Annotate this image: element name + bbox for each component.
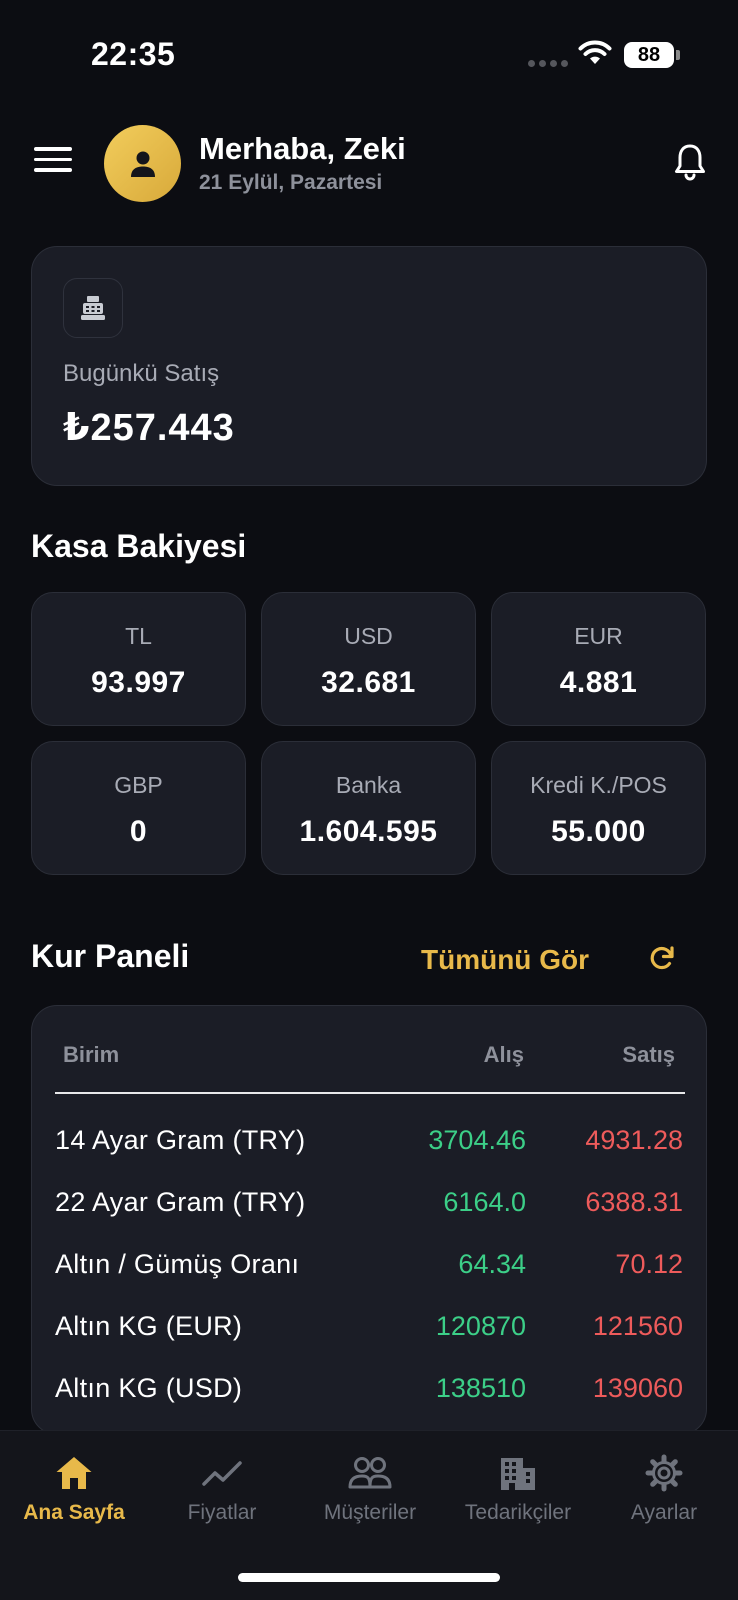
rate-buy: 6164.0 bbox=[443, 1187, 526, 1217]
tab-settings[interactable]: Ayarlar bbox=[590, 1451, 738, 1525]
table-row[interactable]: 22 Ayar Gram (TRY) 6164.0 6388.31 bbox=[32, 1187, 706, 1227]
sales-value: ₺257.443 bbox=[63, 407, 235, 449]
battery-tip bbox=[676, 50, 680, 60]
cellular-signal-icon bbox=[528, 60, 568, 67]
status-time: 22:35 bbox=[91, 36, 176, 72]
tab-label: Tedarikçiler bbox=[464, 1501, 572, 1524]
tab-suppliers[interactable]: Tedarikçiler bbox=[444, 1451, 592, 1525]
rate-sell: 121560 bbox=[592, 1311, 683, 1341]
notification-bell-icon[interactable] bbox=[674, 143, 706, 186]
status-bar: 22:35 88 bbox=[0, 0, 738, 100]
sales-label: Bugünkü Satış bbox=[63, 360, 220, 387]
rate-sell: 139060 bbox=[592, 1373, 683, 1403]
balance-value: 0 bbox=[129, 815, 148, 848]
rate-name: Altın / Gümüş Oranı bbox=[55, 1249, 300, 1279]
battery-icon: 88 bbox=[624, 42, 674, 68]
tab-label: Fiyatlar bbox=[187, 1501, 257, 1524]
rate-buy: 64.34 bbox=[458, 1249, 526, 1279]
avatar[interactable] bbox=[104, 125, 181, 202]
balance-card-gbp[interactable]: GBP 0 bbox=[31, 741, 246, 875]
tab-customers[interactable]: Müşteriler bbox=[296, 1451, 444, 1525]
rate-name: Altın KG (EUR) bbox=[55, 1311, 243, 1341]
column-sell: Satış bbox=[622, 1042, 675, 1067]
rate-buy: 3704.46 bbox=[428, 1125, 526, 1155]
balance-section-title: Kasa Bakiyesi bbox=[31, 528, 247, 564]
gear-icon bbox=[590, 1451, 738, 1495]
tab-label: Ayarlar bbox=[630, 1501, 698, 1524]
balance-grid: TL 93.997 USD 32.681 EUR 4.881 GBP 0 Ban… bbox=[31, 592, 707, 875]
divider bbox=[55, 1092, 685, 1094]
see-all-link[interactable]: Tümünü Gör bbox=[421, 944, 589, 976]
tab-label: Müşteriler bbox=[323, 1501, 417, 1524]
balance-value: 4.881 bbox=[559, 666, 638, 699]
balance-label: EUR bbox=[574, 623, 623, 649]
balance-value: 1.604.595 bbox=[299, 815, 438, 848]
rate-name: 22 Ayar Gram (TRY) bbox=[55, 1187, 306, 1217]
menu-button[interactable] bbox=[34, 147, 72, 177]
balance-card-usd[interactable]: USD 32.681 bbox=[261, 592, 476, 726]
tab-label: Ana Sayfa bbox=[23, 1501, 125, 1524]
balance-label: Banka bbox=[335, 772, 402, 798]
cash-register-icon bbox=[63, 278, 123, 338]
table-row[interactable]: Altın / Gümüş Oranı 64.34 70.12 bbox=[32, 1249, 706, 1289]
rate-buy: 138510 bbox=[435, 1373, 526, 1403]
rates-section-title: Kur Paneli bbox=[31, 938, 190, 974]
column-buy: Alış bbox=[483, 1042, 524, 1067]
balance-label: USD bbox=[344, 623, 393, 649]
balance-value: 93.997 bbox=[91, 666, 186, 699]
rate-sell: 6388.31 bbox=[585, 1187, 683, 1217]
balance-value: 55.000 bbox=[551, 815, 646, 848]
wifi-icon bbox=[578, 40, 612, 71]
chart-line-icon bbox=[148, 1451, 296, 1495]
date-text: 21 Eylül, Pazartesi bbox=[199, 171, 383, 194]
person-icon bbox=[130, 151, 155, 177]
rate-name: 14 Ayar Gram (TRY) bbox=[55, 1125, 306, 1155]
balance-card-bank[interactable]: Banka 1.604.595 bbox=[261, 741, 476, 875]
balance-label: Kredi K./POS bbox=[530, 772, 667, 798]
table-row[interactable]: 14 Ayar Gram (TRY) 3704.46 4931.28 bbox=[32, 1125, 706, 1165]
rates-table: Birim Alış Satış 14 Ayar Gram (TRY) 3704… bbox=[31, 1005, 707, 1435]
header: Merhaba, Zeki 21 Eylül, Pazartesi bbox=[0, 125, 738, 205]
rate-sell: 4931.28 bbox=[585, 1125, 683, 1155]
rate-name: Altın KG (USD) bbox=[55, 1373, 243, 1403]
balance-card-pos[interactable]: Kredi K./POS 55.000 bbox=[491, 741, 706, 875]
users-icon bbox=[296, 1451, 444, 1495]
today-sales-card[interactable]: Bugünkü Satış ₺257.443 bbox=[31, 246, 707, 486]
home-icon bbox=[0, 1451, 148, 1495]
building-icon bbox=[444, 1451, 592, 1495]
balance-card-eur[interactable]: EUR 4.881 bbox=[491, 592, 706, 726]
balance-card-tl[interactable]: TL 93.997 bbox=[31, 592, 246, 726]
tab-home[interactable]: Ana Sayfa bbox=[0, 1451, 148, 1525]
table-row[interactable]: Altın KG (USD) 138510 139060 bbox=[32, 1373, 706, 1413]
refresh-icon[interactable] bbox=[648, 944, 676, 977]
balance-value: 32.681 bbox=[321, 666, 416, 699]
rate-sell: 70.12 bbox=[615, 1249, 683, 1279]
rate-buy: 120870 bbox=[435, 1311, 526, 1341]
column-unit: Birim bbox=[63, 1042, 120, 1067]
greeting-text: Merhaba, Zeki bbox=[199, 131, 406, 166]
balance-label: TL bbox=[125, 623, 152, 649]
home-indicator[interactable] bbox=[238, 1573, 500, 1582]
table-row[interactable]: Altın KG (EUR) 120870 121560 bbox=[32, 1311, 706, 1351]
balance-label: GBP bbox=[114, 772, 163, 798]
tab-prices[interactable]: Fiyatlar bbox=[148, 1451, 296, 1525]
